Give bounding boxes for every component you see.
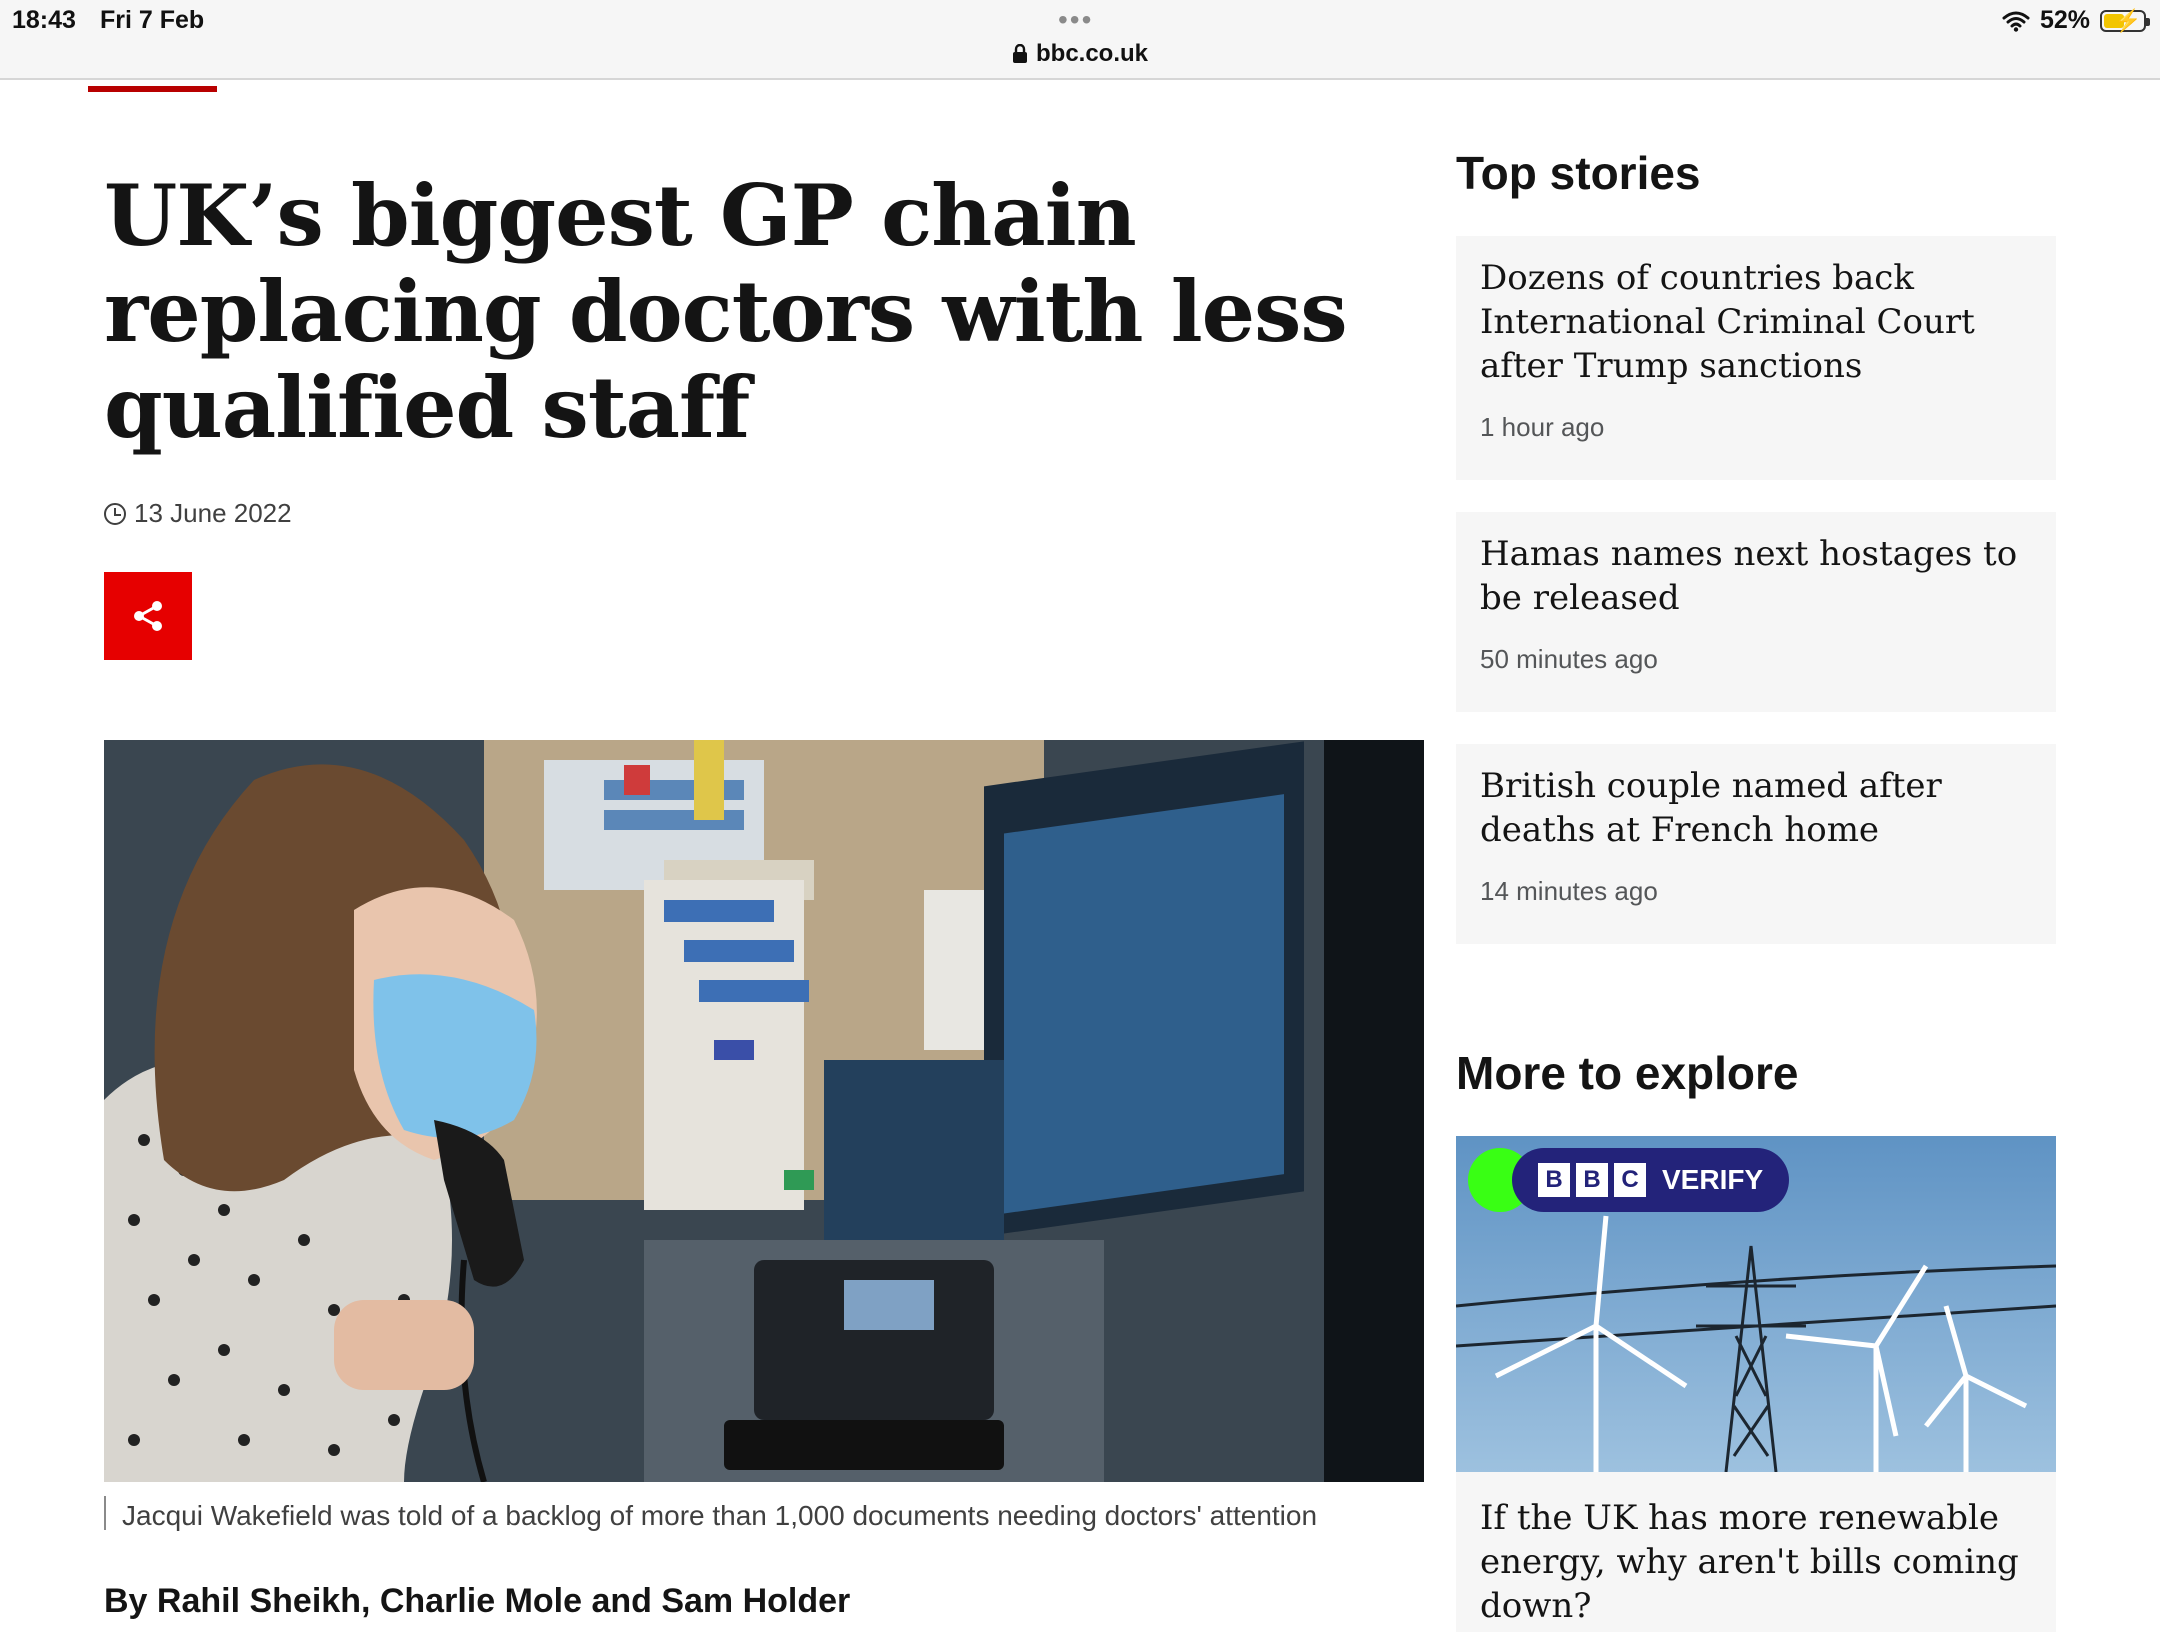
explore-card[interactable]: If the UK has more renewable energy, why… [1456,1472,2056,1632]
status-bar: 18:43 Fri 7 Feb ••• bbc.co.uk 52% ⚡ [0,0,2160,80]
explore-headline[interactable]: If the UK has more renewable energy, why… [1480,1496,2036,1628]
verify-label: VERIFY [1662,1164,1764,1195]
status-indicators: 52% ⚡ [2002,6,2150,35]
explore-image[interactable]: B B C VERIFY [1456,1136,2056,1472]
more-dots-icon[interactable]: ••• [1058,4,1093,36]
battery-icon: ⚡ [2100,7,2150,33]
url-text: bbc.co.uk [1036,40,1149,67]
top-story-headline[interactable]: Hamas names next hostages to be released [1480,532,2036,620]
top-story-time: 1 hour ago [1480,412,1605,442]
top-story-headline[interactable]: Dozens of countries back International C… [1480,256,2036,388]
wifi-icon [2002,11,2030,32]
clock-time: 18:43 [12,6,76,34]
top-story-card[interactable]: Hamas names next hostages to be released… [1456,512,2056,712]
share-icon [134,601,162,631]
address-bar[interactable]: bbc.co.uk [1012,40,1148,68]
top-story-card[interactable]: Dozens of countries back International C… [1456,236,2056,480]
article-headline: UK’s biggest GP chain replacing doctors … [104,166,1348,457]
bbc-logo-letter: B [1538,1163,1570,1197]
clock-icon [104,502,126,525]
article-date: 13 June 2022 [104,498,292,529]
bbc-verify-badge: B B C VERIFY [1512,1148,1790,1212]
bbc-logo-letter: C [1614,1163,1646,1197]
article-byline: By Rahil Sheikh, Charlie Mole and Sam Ho… [104,1582,851,1620]
top-story-time: 50 minutes ago [1480,644,1658,674]
top-story-headline[interactable]: British couple named after deaths at Fre… [1480,764,2036,852]
image-caption: Jacqui Wakefield was told of a backlog o… [122,1500,1318,1531]
caption-rule [104,1496,106,1530]
battery-percent: 52% [2039,6,2090,34]
lock-icon [1013,44,1027,63]
status-date: Fri 7 Feb [100,6,205,34]
nav-active-indicator [88,86,217,92]
top-stories-heading: Top stories [1456,147,1701,199]
top-story-time: 14 minutes ago [1480,876,1658,906]
share-button[interactable] [104,572,192,660]
top-story-card[interactable]: British couple named after deaths at Fre… [1456,744,2056,944]
article-date-text: 13 June 2022 [134,498,292,528]
article-hero-image [104,740,1424,1482]
charging-bolt-icon: ⚡ [2114,7,2142,33]
more-to-explore-heading: More to explore [1456,1047,1799,1099]
bbc-logo-letter: B [1576,1163,1608,1197]
